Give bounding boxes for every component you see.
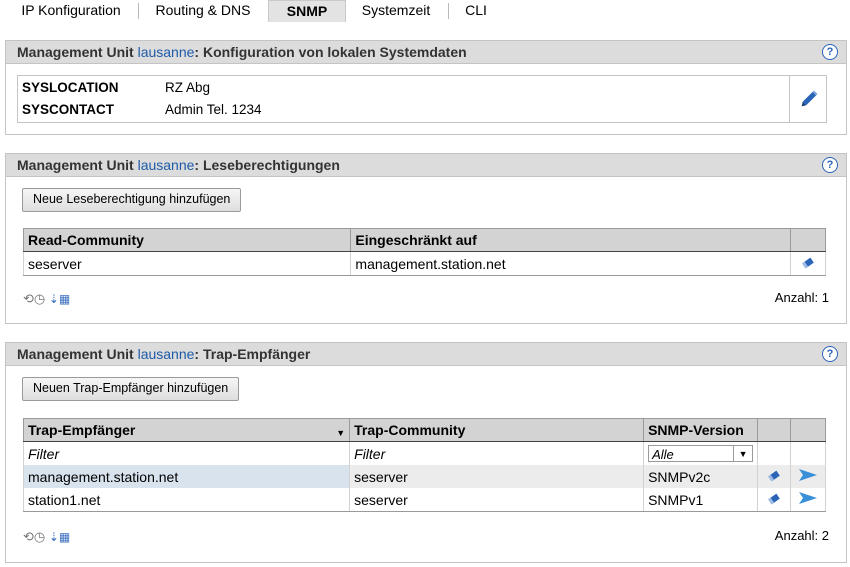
send-icon[interactable]: [790, 488, 826, 512]
filter-row: Filter Filter Alle ▼: [22, 441, 826, 465]
help-icon[interactable]: ?: [822, 44, 838, 60]
receiver-filter-input[interactable]: Filter: [22, 441, 351, 465]
panel-prefix: Management Unit: [17, 157, 134, 173]
eraser-icon[interactable]: [757, 465, 792, 488]
panel-header: Management Unit lausanne: Trap-Empfänger…: [6, 343, 846, 366]
trap-count: Anzahl: 2: [774, 528, 829, 543]
syslocation-value: RZ Abg: [165, 80, 211, 95]
version-filter-cell: Alle ▼: [643, 441, 759, 465]
community-cell: seserver: [349, 488, 645, 512]
unit-name[interactable]: lausanne: [138, 157, 195, 173]
version-filter-value: Alle: [652, 447, 674, 463]
send-icon[interactable]: [790, 465, 826, 488]
column-header-restricted[interactable]: Eingeschränkt auf: [350, 228, 791, 252]
tab-cli[interactable]: CLI: [456, 0, 496, 21]
column-header-actions: [790, 418, 826, 442]
table-settings-icon[interactable]: ⇣▦: [49, 530, 70, 544]
panel-prefix: Management Unit: [17, 44, 134, 60]
table-row[interactable]: seserver management.station.net: [22, 251, 827, 276]
community-filter-input[interactable]: Filter: [349, 441, 645, 465]
community-cell: seserver: [349, 465, 645, 488]
tab-snmp[interactable]: SNMP: [268, 0, 346, 22]
add-read-permission-button[interactable]: Neue Leseberechtigung hinzufügen: [22, 188, 242, 212]
history-table-icons: ⟲◷ ⇣▦: [23, 291, 70, 307]
help-icon[interactable]: ?: [822, 157, 838, 173]
column-header-label: Trap-Empfänger: [28, 422, 136, 438]
version-cell: SNMPv1: [643, 488, 759, 512]
eraser-icon[interactable]: [789, 251, 827, 276]
empty-cell: [757, 441, 792, 465]
version-cell: SNMPv2c: [643, 465, 759, 488]
history-icon[interactable]: ⟲◷: [23, 529, 45, 544]
edit-column: [789, 76, 826, 122]
panel-title: Leseberechtigungen: [202, 157, 340, 173]
receiver-cell: management.station.net: [22, 465, 351, 488]
table-row[interactable]: management.station.net seserver SNMPv2c: [22, 465, 826, 488]
version-filter-select[interactable]: Alle ▼: [648, 445, 754, 463]
syslocation-label: SYSLOCATION: [22, 80, 119, 95]
history-icon[interactable]: ⟲◷: [23, 291, 45, 306]
read-count: Anzahl: 1: [774, 290, 829, 305]
tab-separator: [138, 3, 139, 19]
empty-cell: [790, 441, 826, 465]
column-header-actions: [789, 228, 827, 252]
tab-ip-konfiguration[interactable]: IP Konfiguration: [14, 0, 128, 21]
unit-name[interactable]: lausanne: [138, 346, 195, 362]
panel-header: Management Unit lausanne: Leseberechtigu…: [6, 154, 846, 177]
panel-header: Management Unit lausanne: Konfiguration …: [6, 41, 846, 64]
add-trap-receiver-button[interactable]: Neuen Trap-Empfänger hinzufügen: [22, 377, 240, 401]
eraser-icon[interactable]: [757, 488, 792, 512]
system-data-box: SYSLOCATION RZ Abg SYSCONTACT Admin Tel.…: [17, 75, 827, 123]
read-permissions-panel: Management Unit lausanne: Leseberechtigu…: [5, 153, 847, 324]
system-data-panel: Management Unit lausanne: Konfiguration …: [5, 40, 847, 135]
pencil-icon[interactable]: [790, 76, 826, 122]
sort-down-icon[interactable]: ▼: [336, 428, 345, 438]
tab-bar: IP Konfiguration Routing & DNS SNMP Syst…: [0, 0, 850, 22]
column-header-snmp-version[interactable]: SNMP-Version: [643, 418, 759, 442]
tab-separator: [448, 3, 449, 19]
trap-receivers-panel: Management Unit lausanne: Trap-Empfänger…: [5, 342, 847, 563]
trap-receivers-table: Trap-Empfänger ▼ Trap-Community SNMP-Ver…: [22, 418, 826, 512]
receiver-cell: station1.net: [22, 488, 351, 512]
table-row[interactable]: station1.net seserver SNMPv1: [22, 488, 826, 512]
tab-routing-dns[interactable]: Routing & DNS: [148, 0, 258, 21]
chevron-down-icon[interactable]: ▼: [733, 446, 752, 462]
column-header-trap-receiver[interactable]: Trap-Empfänger ▼: [22, 418, 351, 442]
syscontact-value: Admin Tel. 1234: [165, 102, 262, 117]
history-table-icons: ⟲◷ ⇣▦: [23, 529, 70, 545]
table-settings-icon[interactable]: ⇣▦: [49, 292, 70, 306]
column-header-actions: [757, 418, 792, 442]
panel-prefix: Management Unit: [17, 346, 134, 362]
panel-title: Trap-Empfänger: [202, 346, 311, 362]
syscontact-label: SYSCONTACT: [22, 102, 115, 117]
column-header-trap-community[interactable]: Trap-Community: [349, 418, 645, 442]
read-community-cell: seserver: [22, 251, 352, 276]
unit-name[interactable]: lausanne: [138, 44, 195, 60]
tab-systemzeit[interactable]: Systemzeit: [352, 0, 440, 21]
read-permissions-table: Read-Community Eingeschränkt auf seserve…: [22, 228, 827, 276]
restricted-cell: management.station.net: [350, 251, 791, 276]
panel-title: Konfiguration von lokalen Systemdaten: [202, 44, 467, 60]
help-icon[interactable]: ?: [822, 346, 838, 362]
column-header-read-community[interactable]: Read-Community: [22, 228, 352, 252]
